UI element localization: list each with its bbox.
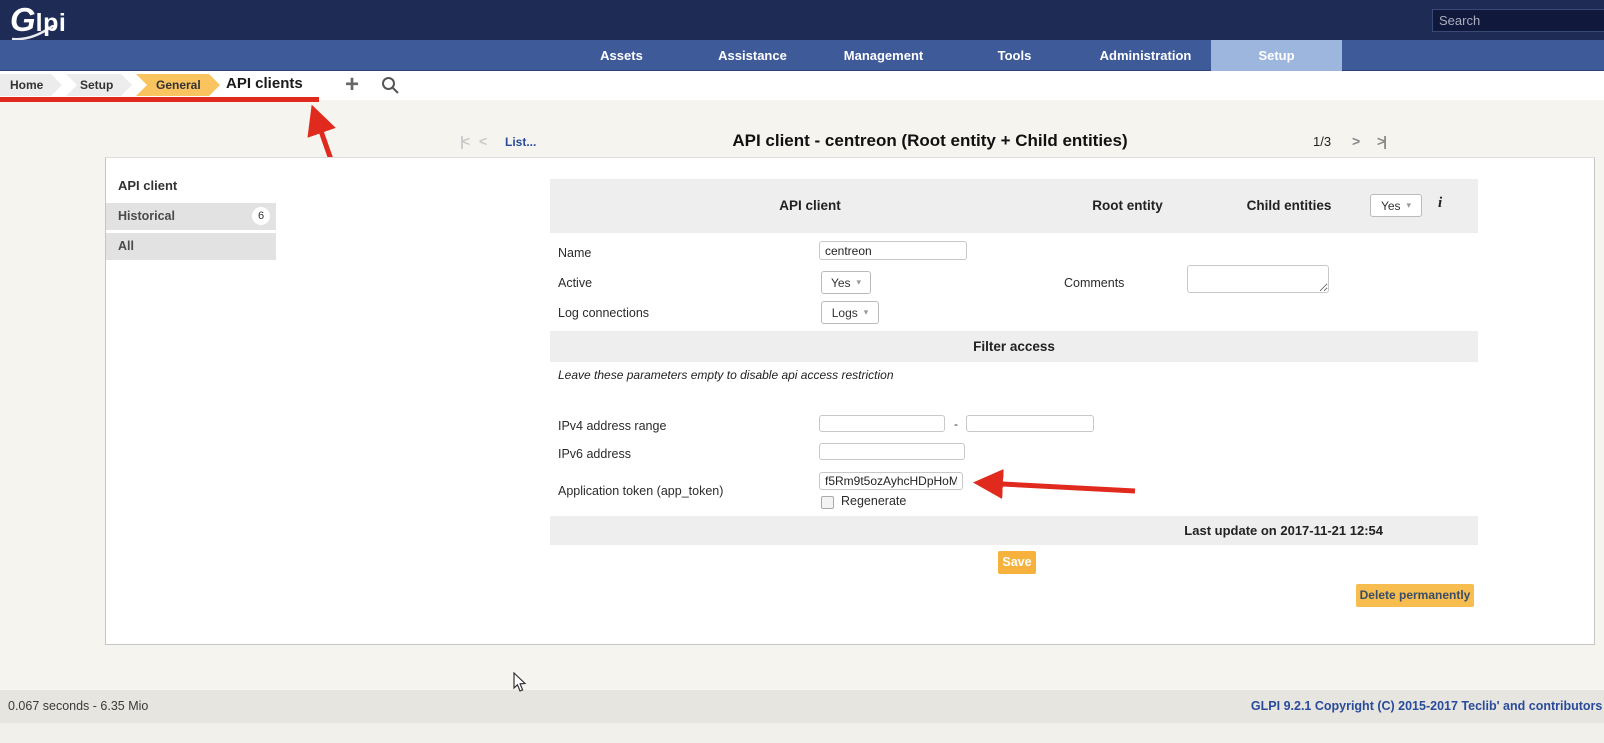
menu-tools[interactable]: Tools <box>949 40 1080 71</box>
menu-assets[interactable]: Assets <box>556 40 687 71</box>
pagination-count: 1/3 <box>1313 134 1331 149</box>
ipv4-label: IPv4 address range <box>558 419 666 433</box>
main-menu: Assets Assistance Management Tools Admin… <box>0 40 1604 71</box>
active-select[interactable]: Yes ▾ <box>821 271 871 294</box>
comments-label: Comments <box>1064 276 1124 290</box>
regenerate-checkbox[interactable] <box>821 496 834 509</box>
chevron-down-icon: ▾ <box>864 307 869 318</box>
glpi-logo[interactable]: Glpi <box>10 1 66 39</box>
active-label: Active <box>558 276 592 290</box>
pagination-last-icon[interactable]: >| <box>1377 133 1385 149</box>
chevron-down-icon: ▾ <box>857 277 862 288</box>
log-connections-select[interactable]: Logs ▾ <box>821 301 879 324</box>
filter-access-header: Filter access <box>550 331 1478 362</box>
ipv4-start-input[interactable] <box>819 415 945 432</box>
sidebar-item-all[interactable]: All <box>106 233 276 260</box>
main-menu-items: Assets Assistance Management Tools Admin… <box>556 40 1342 71</box>
child-entities-select[interactable]: Yes ▾ <box>1370 194 1422 217</box>
add-item-icon[interactable]: + <box>345 71 359 99</box>
footer-stats: 0.067 seconds - 6.35 Mio <box>8 690 148 723</box>
content-panel: API client Historical 6 All API client R… <box>105 157 1595 645</box>
page-title: API client - centreon (Root entity + Chi… <box>500 131 1360 151</box>
root-entity-label: Root entity <box>1070 179 1185 233</box>
child-entities-value: Yes <box>1381 199 1401 213</box>
breadcrumb-home[interactable]: Home <box>0 74 62 96</box>
ipv6-input[interactable] <box>819 443 965 460</box>
delete-permanently-button[interactable]: Delete permanently <box>1356 584 1474 607</box>
log-connections-value: Logs <box>832 306 858 320</box>
menu-administration[interactable]: Administration <box>1080 40 1211 71</box>
sidebar-title: API client <box>118 178 177 193</box>
historical-count-badge: 6 <box>252 207 270 225</box>
annotation-underline <box>0 97 319 102</box>
logo-swoosh <box>10 25 70 41</box>
menu-assistance[interactable]: Assistance <box>687 40 818 71</box>
sidebar-item-label: Historical <box>118 209 175 223</box>
ipv6-label: IPv6 address <box>558 447 631 461</box>
ipv4-range-separator: - <box>954 417 958 431</box>
chevron-down-icon: ▾ <box>1407 200 1412 211</box>
filter-access-note: Leave these parameters empty to disable … <box>558 368 894 382</box>
menu-setup[interactable]: Setup <box>1211 40 1342 71</box>
pagination-first-icon: |< <box>460 133 468 149</box>
sidebar-item-label: All <box>118 239 134 253</box>
pagination-prev-icon: < <box>479 133 487 149</box>
glpi-page: Glpi Assets Assistance Management Tools … <box>0 0 1604 743</box>
info-icon[interactable]: i <box>1438 195 1442 212</box>
search-list-icon[interactable] <box>381 76 400 95</box>
menu-management[interactable]: Management <box>818 40 949 71</box>
top-bar: Glpi <box>0 0 1604 40</box>
name-label: Name <box>558 246 591 260</box>
breadcrumb: Home Setup General API clients <box>0 71 1604 100</box>
app-token-input[interactable] <box>819 472 963 490</box>
breadcrumb-current-page: API clients <box>226 75 303 92</box>
global-search-input[interactable] <box>1433 13 1604 28</box>
breadcrumb-setup[interactable]: Setup <box>66 74 132 96</box>
comments-textarea[interactable] <box>1187 265 1329 293</box>
app-token-label: Application token (app_token) <box>558 484 723 498</box>
sidebar-item-historical[interactable]: Historical 6 <box>106 203 276 230</box>
last-update-bar: Last update on 2017-11-21 12:54 <box>550 516 1478 545</box>
name-input[interactable] <box>819 241 967 260</box>
global-search <box>1432 9 1604 32</box>
ipv4-end-input[interactable] <box>966 415 1094 432</box>
regenerate-label: Regenerate <box>841 494 906 508</box>
active-value: Yes <box>831 276 851 290</box>
footer-copyright-link[interactable]: GLPI 9.2.1 Copyright (C) 2015-2017 Tecli… <box>1251 690 1604 723</box>
footer-bottom-strip <box>0 723 1604 743</box>
log-connections-label: Log connections <box>558 306 649 320</box>
api-client-form: API client Root entity Child entities Ye… <box>550 179 1478 629</box>
breadcrumb-general[interactable]: General <box>136 74 220 96</box>
form-header-title: API client <box>550 179 1070 233</box>
pagination-next-icon[interactable]: > <box>1352 133 1360 149</box>
form-header: API client Root entity Child entities Ye… <box>550 179 1478 233</box>
footer-bar: 0.067 seconds - 6.35 Mio GLPI 9.2.1 Copy… <box>0 690 1604 723</box>
child-entities-label: Child entities <box>1214 179 1364 233</box>
save-button[interactable]: Save <box>998 551 1036 574</box>
